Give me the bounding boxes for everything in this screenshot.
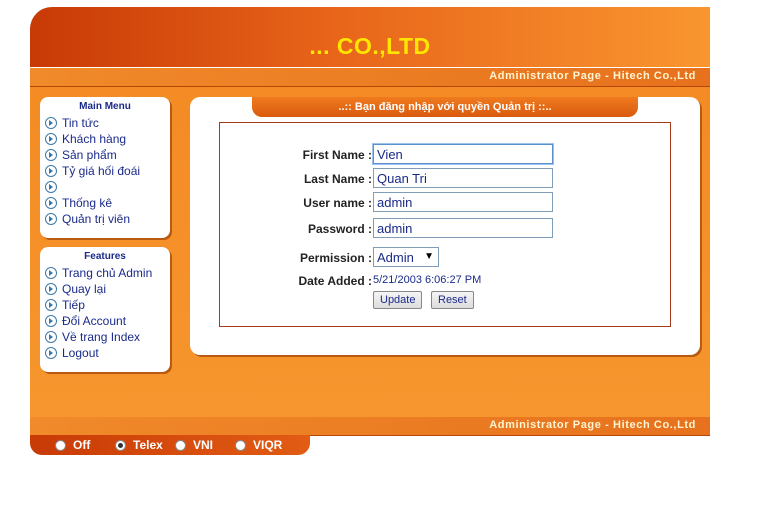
- password-field[interactable]: admin: [373, 218, 553, 238]
- features-menu-title: Features: [84, 251, 126, 262]
- permission-row: Permission : Admin ▼: [220, 247, 670, 271]
- reset-button[interactable]: Reset: [431, 291, 474, 309]
- permission-select[interactable]: Admin ▼: [373, 247, 439, 267]
- password-row: Password : admin: [220, 218, 670, 242]
- arrow-circle-icon: [45, 133, 57, 145]
- input-method-bar: Off Telex VNI VIQR: [30, 435, 310, 455]
- first-name-label: First Name :: [302, 148, 372, 162]
- feature-item-quay-lai[interactable]: Quay lại: [45, 281, 170, 297]
- date-added-label: Date Added :: [298, 274, 372, 288]
- ime-option-vni[interactable]: VNI: [175, 438, 213, 452]
- feature-item-logout[interactable]: Logout: [45, 345, 170, 361]
- menu-item-label: Khách hàng: [62, 132, 127, 146]
- ime-label: VNI: [193, 438, 214, 452]
- arrow-circle-icon: [45, 165, 57, 177]
- last-name-field[interactable]: Quan Tri: [373, 168, 553, 188]
- feature-item-label: Trang chủ Admin: [62, 266, 153, 280]
- user-name-field[interactable]: admin: [373, 192, 553, 212]
- arrow-circle-icon: [45, 181, 57, 193]
- admin-strip-text: Administrator Page - Hitech Co.,Ltd: [489, 419, 696, 431]
- arrow-circle-icon: [45, 149, 57, 161]
- user-name-row: User name : admin: [220, 192, 670, 216]
- form-buttons: Update Reset: [220, 291, 670, 315]
- admin-panel: ..:: Bạn đăng nhập với quyền Quản trị ::…: [190, 97, 700, 355]
- arrow-circle-icon: [45, 267, 57, 279]
- radio-icon[interactable]: [235, 439, 246, 451]
- panel-title: ..:: Bạn đăng nhập với quyền Quản trị ::…: [252, 97, 638, 117]
- ime-label: Off: [73, 438, 91, 452]
- ime-option-viqr[interactable]: VIQR: [235, 438, 282, 452]
- main-menu: Main Menu Tin tức Khách hàng Sản phẩm Tỷ…: [40, 97, 170, 238]
- feature-item-label: Quay lại: [62, 282, 107, 296]
- ime-label: Telex: [133, 438, 163, 452]
- menu-item-label: Quản trị viên: [62, 212, 131, 226]
- feature-item-label: Logout: [62, 346, 99, 360]
- feature-item-tiep[interactable]: Tiếp: [45, 297, 170, 313]
- date-added-value: 5/21/2003 6:06:27 PM: [373, 274, 482, 286]
- menu-item-quan-tri-vien[interactable]: Quản trị viên: [45, 211, 170, 227]
- menu-item-ty-gia[interactable]: Tỷ giá hối đoái: [45, 163, 170, 179]
- admin-strip-text: Administrator Page - Hitech Co.,Ltd: [489, 70, 696, 82]
- menu-item-label: Thống kê: [62, 196, 113, 210]
- radio-icon[interactable]: [175, 439, 186, 451]
- menu-item-khach-hang[interactable]: Khách hàng: [45, 131, 170, 147]
- feature-item-trang-chu-admin[interactable]: Trang chủ Admin: [45, 265, 170, 281]
- admin-strip-bottom: Administrator Page - Hitech Co.,Ltd: [30, 417, 710, 436]
- feature-item-ve-trang-index[interactable]: Về trang Index: [45, 329, 170, 345]
- feature-item-label: Đổi Account: [62, 314, 127, 328]
- arrow-circle-icon: [45, 283, 57, 295]
- arrow-circle-icon: [45, 213, 57, 225]
- update-button[interactable]: Update: [373, 291, 423, 309]
- features-menu: Features Trang chủ Admin Quay lại Tiếp Đ…: [40, 247, 170, 372]
- password-label: Password :: [307, 222, 372, 236]
- first-name-field[interactable]: Vien: [373, 144, 553, 164]
- radio-icon[interactable]: [55, 439, 66, 451]
- feature-item-label: Tiếp: [62, 298, 85, 312]
- dropdown-arrow-icon: ▼: [424, 251, 434, 262]
- body-area: Main Menu Tin tức Khách hàng Sản phẩm Tỷ…: [30, 87, 710, 417]
- last-name-label: Last Name :: [303, 172, 372, 186]
- feature-item-doi-account[interactable]: Đổi Account: [45, 313, 170, 329]
- site-header: ... CO.,LTD: [30, 7, 710, 67]
- ime-label: VIQR: [253, 438, 283, 452]
- admin-strip-top: Administrator Page - Hitech Co.,Ltd: [30, 68, 710, 87]
- arrow-circle-icon: [45, 347, 57, 359]
- radio-icon[interactable]: [115, 439, 126, 451]
- menu-item-label: Tin tức: [62, 116, 99, 130]
- menu-item-thong-ke[interactable]: Thống kê: [45, 195, 170, 211]
- user-name-label: User name :: [303, 196, 372, 210]
- menu-item-label: Sản phẩm: [62, 148, 117, 162]
- permission-value: Admin: [377, 250, 414, 265]
- first-name-row: First Name : Vien: [220, 144, 670, 168]
- arrow-circle-icon: [45, 315, 57, 327]
- menu-item-san-pham[interactable]: Sản phẩm: [45, 147, 170, 163]
- permission-label: Permission :: [299, 251, 372, 265]
- arrow-circle-icon: [45, 331, 57, 343]
- arrow-circle-icon: [45, 299, 57, 311]
- arrow-circle-icon: [45, 117, 57, 129]
- arrow-circle-icon: [45, 197, 57, 209]
- menu-item-label: Tỷ giá hối đoái: [62, 164, 141, 178]
- menu-item-empty[interactable]: [45, 179, 170, 195]
- user-form: First Name : Vien Last Name : Quan Tri U…: [219, 122, 671, 327]
- company-title: ... CO.,LTD: [309, 33, 431, 59]
- feature-item-label: Về trang Index: [62, 330, 141, 344]
- ime-option-telex[interactable]: Telex: [115, 438, 163, 452]
- last-name-row: Last Name : Quan Tri: [220, 168, 670, 192]
- menu-item-tin-tuc[interactable]: Tin tức: [45, 115, 170, 131]
- main-menu-title: Main Menu: [79, 101, 131, 112]
- ime-option-off[interactable]: Off: [55, 438, 90, 452]
